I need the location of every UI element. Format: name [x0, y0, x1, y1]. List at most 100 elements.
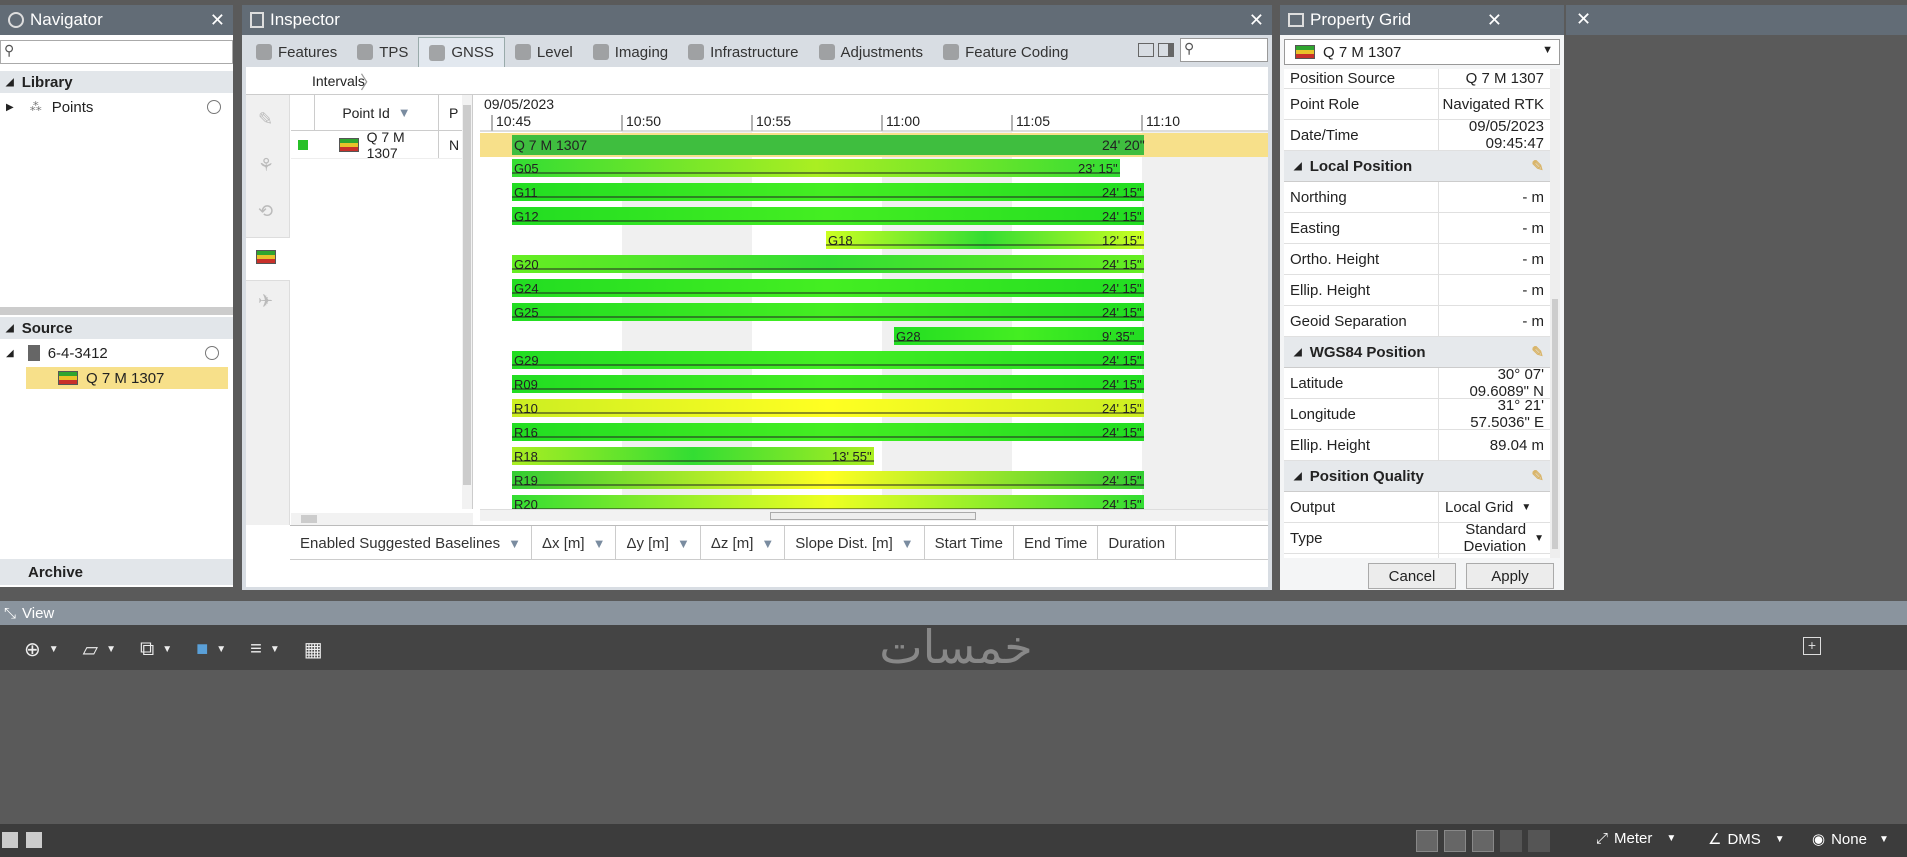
- satellite-bar[interactable]: [512, 279, 1144, 297]
- section-local_position[interactable]: ◢ Local Position ✎: [1284, 151, 1552, 182]
- satellite-bar[interactable]: [512, 183, 1144, 201]
- property-row[interactable]: Ellip. Height 89.04 m: [1284, 430, 1552, 461]
- tab-features[interactable]: Features: [246, 37, 347, 67]
- filter-icon[interactable]: ▼: [901, 536, 914, 551]
- chevron-down-icon[interactable]: ▼: [162, 644, 172, 655]
- satellite-bar[interactable]: [826, 231, 1144, 249]
- list-icon[interactable]: [1472, 830, 1494, 852]
- add-view-icon[interactable]: +: [1803, 637, 1821, 655]
- intervals-breadcrumb[interactable]: Intervals 〉: [246, 67, 1268, 95]
- filter-icon[interactable]: ▼: [398, 105, 411, 120]
- filter-icon[interactable]: ▼: [761, 536, 774, 551]
- snap-icon[interactable]: [1416, 830, 1438, 852]
- tab-infrastructure[interactable]: Infrastructure: [678, 37, 808, 67]
- satellite-bar[interactable]: [512, 471, 1144, 489]
- layout-single-icon[interactable]: [1138, 43, 1154, 57]
- coord-system-selector[interactable]: ◉ None ▼: [1812, 830, 1889, 849]
- satellite-bar[interactable]: [512, 423, 1144, 441]
- library-item-points[interactable]: ▶ ⁂ Points: [0, 93, 233, 121]
- radio-icon[interactable]: [205, 346, 219, 360]
- zoom-icon[interactable]: [1444, 830, 1466, 852]
- network-tool-icon[interactable]: ⚘: [258, 155, 280, 177]
- cube-icon[interactable]: ■: [196, 638, 208, 661]
- chevron-down-icon[interactable]: ▼: [216, 644, 226, 655]
- inspector-search[interactable]: ⚲: [1180, 38, 1268, 62]
- tab-adjustments[interactable]: Adjustments: [809, 37, 934, 67]
- point-interval-bar[interactable]: [512, 135, 1144, 155]
- property-row[interactable]: Northing - m: [1284, 182, 1552, 213]
- filter-icon[interactable]: ▼: [508, 536, 521, 551]
- tab-tps[interactable]: TPS: [347, 37, 418, 67]
- baselines-header-cell[interactable]: End Time: [1014, 526, 1099, 560]
- satellite-bar[interactable]: [512, 207, 1144, 225]
- chevron-down-icon[interactable]: ▼: [106, 644, 116, 655]
- apply-button[interactable]: Apply: [1466, 563, 1554, 589]
- baselines-header-cell[interactable]: Slope Dist. [m] ▼: [785, 526, 925, 560]
- satellite-bar[interactable]: [512, 303, 1144, 321]
- table-row[interactable]: Q 7 M 1307 N: [291, 129, 472, 161]
- property-row[interactable]: Geoid Separation - m: [1284, 306, 1552, 337]
- chevron-down-icon[interactable]: ▼: [270, 644, 280, 655]
- navigator-search[interactable]: ⚲: [0, 40, 233, 64]
- property-row[interactable]: Easting - m: [1284, 213, 1552, 244]
- col-point-id[interactable]: Point Id ▼: [315, 95, 439, 130]
- plane-icon[interactable]: ▱: [83, 637, 98, 662]
- satellite-bar[interactable]: [512, 159, 1120, 177]
- building-icon[interactable]: [1528, 830, 1550, 852]
- table-scrollbar-h[interactable]: [291, 513, 473, 525]
- chevron-down-icon[interactable]: ▼: [49, 644, 59, 655]
- baseline-tool-icon[interactable]: ✎: [258, 109, 280, 131]
- baselines-header-cell[interactable]: Start Time: [925, 526, 1015, 560]
- app-icon[interactable]: [2, 832, 18, 848]
- archive-header[interactable]: Archive: [0, 559, 233, 585]
- filter-icon[interactable]: ▼: [593, 536, 606, 551]
- library-header[interactable]: ◢ Library: [0, 71, 233, 93]
- close-icon[interactable]: ✕: [210, 10, 225, 31]
- close-icon[interactable]: ✕: [1576, 9, 1591, 30]
- edit-icon[interactable]: ✎: [1531, 157, 1544, 175]
- baselines-header-cell[interactable]: Δy [m] ▼: [616, 526, 701, 560]
- property-row[interactable]: Date/Time 09/05/2023 09:45:47: [1284, 118, 1552, 152]
- layers-icon[interactable]: ⧉: [140, 638, 154, 661]
- section-wgs84[interactable]: ◢ WGS84 Position ✎: [1284, 337, 1552, 368]
- baselines-header-cell[interactable]: Enabled Suggested Baselines ▼: [290, 526, 533, 560]
- property-row[interactable]: SD Northing- m: [1284, 554, 1552, 558]
- satellite-bar[interactable]: [512, 255, 1144, 273]
- baselines-header-cell[interactable]: Δz [m] ▼: [701, 526, 786, 560]
- property-row[interactable]: Position Source Q 7 M 1307: [1284, 69, 1552, 89]
- grid-icon[interactable]: ▦: [304, 637, 323, 662]
- intervals-tool-icon[interactable]: [246, 237, 290, 281]
- source-header[interactable]: ◢ Source: [0, 317, 233, 339]
- tab-feature-coding[interactable]: Feature Coding: [933, 37, 1078, 67]
- baselines-header-cell[interactable]: Duration: [1098, 526, 1177, 560]
- cancel-button[interactable]: Cancel: [1368, 563, 1456, 589]
- point-selector[interactable]: Q 7 M 1307 ▼: [1284, 39, 1560, 65]
- property-row[interactable]: Ellip. Height - m: [1284, 275, 1552, 306]
- edit-icon[interactable]: ✎: [1531, 343, 1544, 361]
- satellite-tool-icon[interactable]: ✈: [258, 291, 280, 313]
- property-row[interactable]: Type Standard Deviation ▼: [1284, 521, 1552, 555]
- satellite-bar[interactable]: [512, 375, 1144, 393]
- source-point-item[interactable]: Q 7 M 1307: [26, 367, 228, 389]
- source-file-item[interactable]: ◢ 6-4-3412: [6, 341, 231, 365]
- close-icon[interactable]: ✕: [1487, 10, 1502, 31]
- property-row[interactable]: Latitude 30° 07' 09.6089" N: [1284, 366, 1552, 400]
- property-row[interactable]: Ortho. Height - m: [1284, 244, 1552, 275]
- table-scrollbar-v[interactable]: [462, 95, 472, 509]
- timeline-scrollbar-h[interactable]: [480, 509, 1268, 521]
- baselines-header-cell[interactable]: Δx [m] ▼: [532, 526, 617, 560]
- filter-icon[interactable]: ▼: [677, 536, 690, 551]
- close-icon[interactable]: ✕: [1249, 10, 1264, 31]
- property-row[interactable]: Output Local Grid ▼: [1284, 492, 1552, 523]
- satellite-bar[interactable]: [512, 447, 874, 465]
- globe-icon[interactable]: ⊕: [24, 637, 41, 662]
- tab-imaging[interactable]: Imaging: [583, 37, 678, 67]
- units-selector[interactable]: ⤢ Meter ▼: [1596, 830, 1676, 847]
- edit-icon[interactable]: ✎: [1531, 467, 1544, 485]
- tab-gnss[interactable]: GNSS: [418, 37, 505, 67]
- tab-level[interactable]: Level: [505, 37, 583, 67]
- satellite-bar[interactable]: [512, 351, 1144, 369]
- angle-selector[interactable]: ∠ DMS ▼: [1708, 830, 1785, 849]
- filter-list-icon[interactable]: ≡: [250, 638, 262, 661]
- satellite-bar[interactable]: [512, 399, 1144, 417]
